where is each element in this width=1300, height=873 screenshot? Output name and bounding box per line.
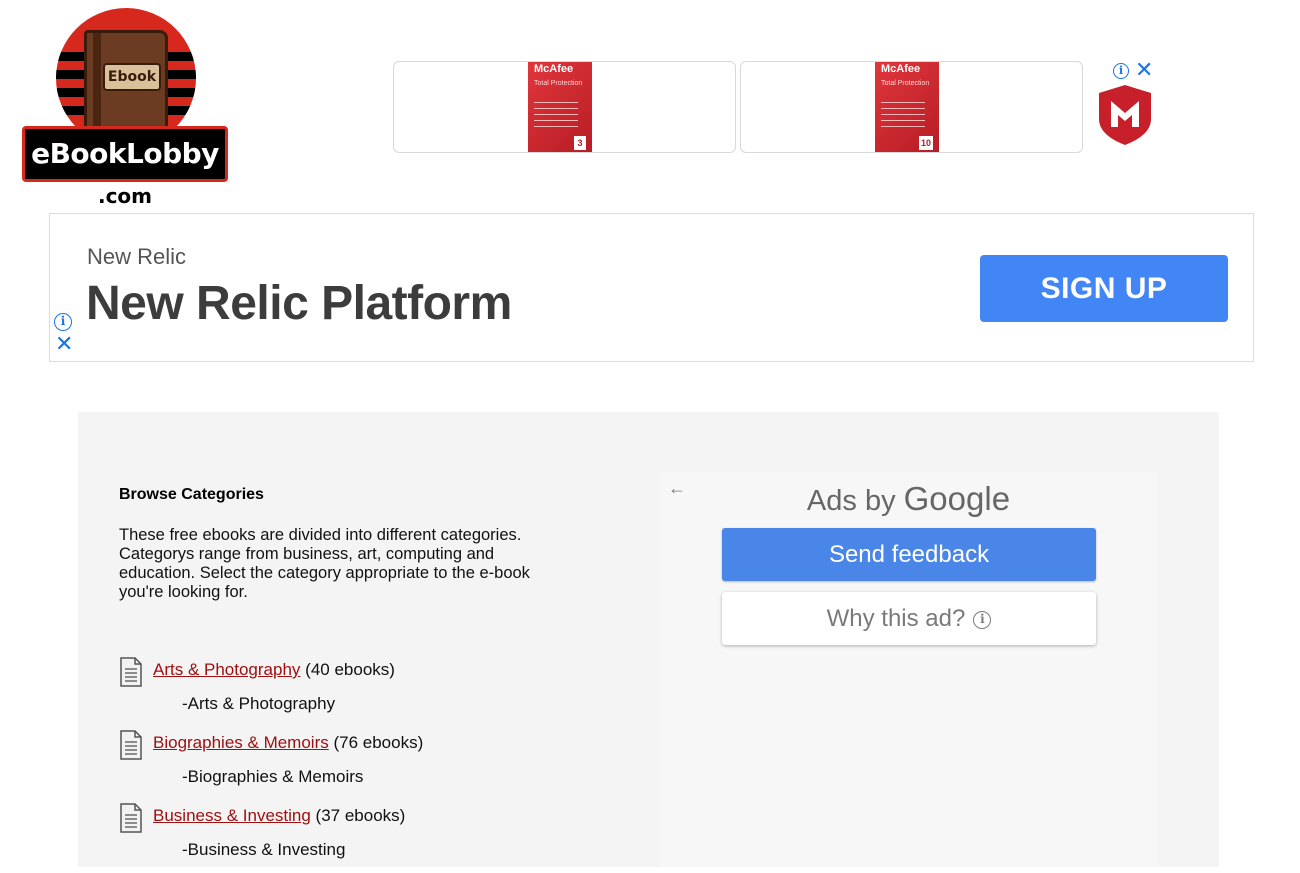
why-this-ad-button[interactable]: Why this ad? i [722,592,1096,645]
site-logo[interactable]: Ebook eBookLobby .com [20,8,230,213]
info-icon: i [973,611,992,629]
browse-description: These free ebooks are divided into diffe… [119,526,530,601]
category-link-biographies-memoirs[interactable]: Biographies & Memoirs [153,733,329,752]
ad-close-icon[interactable]: ✕ [1135,59,1153,81]
product-name: Total Protection [534,80,583,87]
subcategory-item: -Biographies & Memoirs [119,764,599,800]
product-box-image: McAfee Total Protection 10 [875,62,939,152]
logo-tld: .com [97,184,153,208]
google-wordmark: Google [903,480,1011,517]
ads-by-label: Ads by [806,485,904,517]
subcategory-item: -Arts & Photography [119,691,599,727]
mcafee-shield-icon[interactable] [1096,83,1154,147]
ad-headline[interactable]: New Relic Platform [86,276,512,331]
product-name: Total Protection [881,80,930,87]
ads-by-google-heading: Ads by Google [660,480,1157,518]
subcategory-label: -Biographies & Memoirs [182,767,364,786]
category-item: Business & Investing (37 ebooks) [119,800,599,837]
ad-close-icon[interactable]: ✕ [55,333,73,355]
category-item: Biographies & Memoirs (76 ebooks) [119,727,599,764]
document-icon [120,730,142,760]
product-brand: McAfee [881,63,921,75]
ad-product-card[interactable]: McAfee Total Protection 10 [740,61,1083,153]
document-icon [120,657,142,687]
send-feedback-button[interactable]: Send feedback [722,528,1096,581]
ad-info-icon[interactable]: i [54,313,72,331]
ad-product-card[interactable]: McAfee Total Protection 3 [393,61,736,153]
category-list: Arts & Photography (40 ebooks) -Arts & P… [119,654,599,873]
category-count: (76 ebooks) [333,733,424,752]
category-count: (40 ebooks) [305,660,395,679]
product-device-count: 3 [574,136,586,150]
newrelic-banner-ad[interactable]: New Relic New Relic Platform SIGN UP i ✕ [49,213,1254,362]
why-this-ad-label: Why this ad? [826,605,966,632]
book-icon: Ebook [84,30,168,138]
subcategory-item: -Business & Investing [119,837,599,873]
document-icon [120,803,142,833]
product-brand: McAfee [534,63,574,75]
category-item: Arts & Photography (40 ebooks) [119,654,599,691]
product-device-count: 10 [918,136,933,150]
category-link-arts-photography[interactable]: Arts & Photography [153,660,300,679]
product-box-image: McAfee Total Protection 3 [528,62,592,152]
category-count: (37 ebooks) [315,806,406,825]
ad-advertiser: New Relic [87,244,187,269]
logo-wordmark: eBookLobby [22,126,228,182]
ad-info-icon[interactable]: i [1113,63,1129,79]
main-content: Browse Categories These free ebooks are … [78,412,1219,867]
subcategory-label: -Business & Investing [182,840,346,859]
sign-up-button[interactable]: SIGN UP [980,255,1228,322]
category-link-business-investing[interactable]: Business & Investing [153,806,311,825]
subcategory-label: -Arts & Photography [182,694,336,713]
ads-by-google-panel: ← Ads by Google Send feedback Why this a… [660,472,1157,867]
logo-book-label: Ebook [103,63,161,91]
browse-categories-title: Browse Categories [119,486,264,503]
